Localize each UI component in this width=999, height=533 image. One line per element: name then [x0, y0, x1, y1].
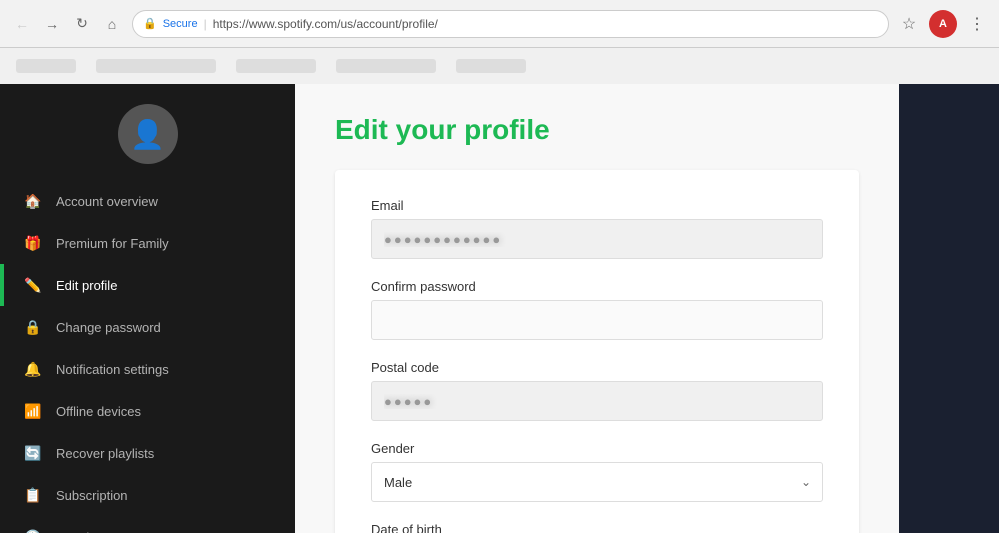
email-field-group: Email	[371, 198, 823, 259]
confirm-password-label: Confirm password	[371, 279, 823, 294]
gender-field-group: Gender Male Female Non-binary Other Pref…	[371, 441, 823, 502]
gender-label: Gender	[371, 441, 823, 456]
sidebar-item-edit-profile[interactable]: ✏️ Edit profile	[0, 264, 295, 306]
banner-item-3	[236, 59, 316, 73]
sidebar-item-receipts[interactable]: 🕐 Receipts	[0, 516, 295, 533]
profile-button[interactable]: A	[929, 10, 957, 38]
sidebar-label-edit-profile: Edit profile	[56, 278, 117, 293]
sidebar-avatar: 👤	[0, 84, 295, 180]
sidebar-item-change-password[interactable]: 🔒 Change password	[0, 306, 295, 348]
sidebar-item-account-overview[interactable]: 🏠 Account overview	[0, 180, 295, 222]
pencil-icon: ✏️	[24, 276, 42, 294]
sidebar-label-recover-playlists: Recover playlists	[56, 446, 154, 461]
sidebar-label-receipts: Receipts	[56, 530, 107, 533]
sidebar-item-notification-settings[interactable]: 🔔 Notification settings	[0, 348, 295, 390]
address-bar[interactable]: 🔒 Secure | https://www.spotify.com/us/ac…	[132, 10, 889, 38]
sidebar-label-notification-settings: Notification settings	[56, 362, 169, 377]
sidebar-item-recover-playlists[interactable]: 🔄 Recover playlists	[0, 432, 295, 474]
banner-item-2	[96, 59, 216, 73]
sidebar-label-change-password: Change password	[56, 320, 161, 335]
confirm-password-input[interactable]	[371, 300, 823, 340]
gender-select[interactable]: Male Female Non-binary Other Prefer not …	[371, 462, 823, 502]
dob-label: Date of birth	[371, 522, 823, 533]
sidebar-label-subscription: Subscription	[56, 488, 128, 503]
refresh-icon: 🔄	[24, 444, 42, 462]
page-title: Edit your profile	[335, 114, 859, 146]
content-area: Edit your profile Email Confirm password…	[295, 84, 899, 533]
top-banner	[0, 48, 999, 84]
menu-button[interactable]: ⋮	[963, 10, 991, 38]
clipboard-icon: 📋	[24, 486, 42, 504]
sidebar-label-account-overview: Account overview	[56, 194, 158, 209]
postal-code-field-group: Postal code	[371, 360, 823, 421]
nav-buttons: ← → ↻ ⌂	[8, 10, 126, 38]
gender-select-wrapper: Male Female Non-binary Other Prefer not …	[371, 462, 823, 502]
postal-code-label: Postal code	[371, 360, 823, 375]
banner-item-1	[16, 59, 76, 73]
email-label: Email	[371, 198, 823, 213]
sidebar-item-premium-for-family[interactable]: 🎁 Premium for Family	[0, 222, 295, 264]
email-input[interactable]	[371, 219, 823, 259]
sidebar-item-offline-devices[interactable]: 📶 Offline devices	[0, 390, 295, 432]
dob-field-group: Date of birth ●● ⌄ ●● ⌄	[371, 522, 823, 533]
reload-button[interactable]: ↻	[68, 10, 96, 38]
secure-icon: 🔒	[143, 17, 157, 30]
confirm-password-field-group: Confirm password	[371, 279, 823, 340]
sidebar-label-premium-for-family: Premium for Family	[56, 236, 169, 251]
sidebar-label-offline-devices: Offline devices	[56, 404, 141, 419]
lock-icon: 🔒	[24, 318, 42, 336]
banner-item-4	[336, 59, 436, 73]
browser-chrome: ← → ↻ ⌂ 🔒 Secure | https://www.spotify.c…	[0, 0, 999, 48]
avatar: 👤	[118, 104, 178, 164]
postal-code-input[interactable]	[371, 381, 823, 421]
signal-icon: 📶	[24, 402, 42, 420]
right-panel	[899, 84, 999, 533]
url-text: https://www.spotify.com/us/account/profi…	[213, 17, 438, 31]
sidebar-item-subscription[interactable]: 📋 Subscription	[0, 474, 295, 516]
bell-icon: 🔔	[24, 360, 42, 378]
sidebar: 👤 🏠 Account overview 🎁 Premium for Famil…	[0, 84, 295, 533]
secure-label: Secure	[163, 18, 198, 30]
back-button[interactable]: ←	[8, 10, 36, 38]
banner-item-5	[456, 59, 526, 73]
home-icon: 🏠	[24, 192, 42, 210]
home-button[interactable]: ⌂	[98, 10, 126, 38]
form-card: Email Confirm password Postal code Gende…	[335, 170, 859, 533]
clock-icon: 🕐	[24, 528, 42, 533]
main-layout: 👤 🏠 Account overview 🎁 Premium for Famil…	[0, 84, 999, 533]
bookmark-button[interactable]: ☆	[895, 10, 923, 38]
forward-button[interactable]: →	[38, 10, 66, 38]
gift-icon: 🎁	[24, 234, 42, 252]
